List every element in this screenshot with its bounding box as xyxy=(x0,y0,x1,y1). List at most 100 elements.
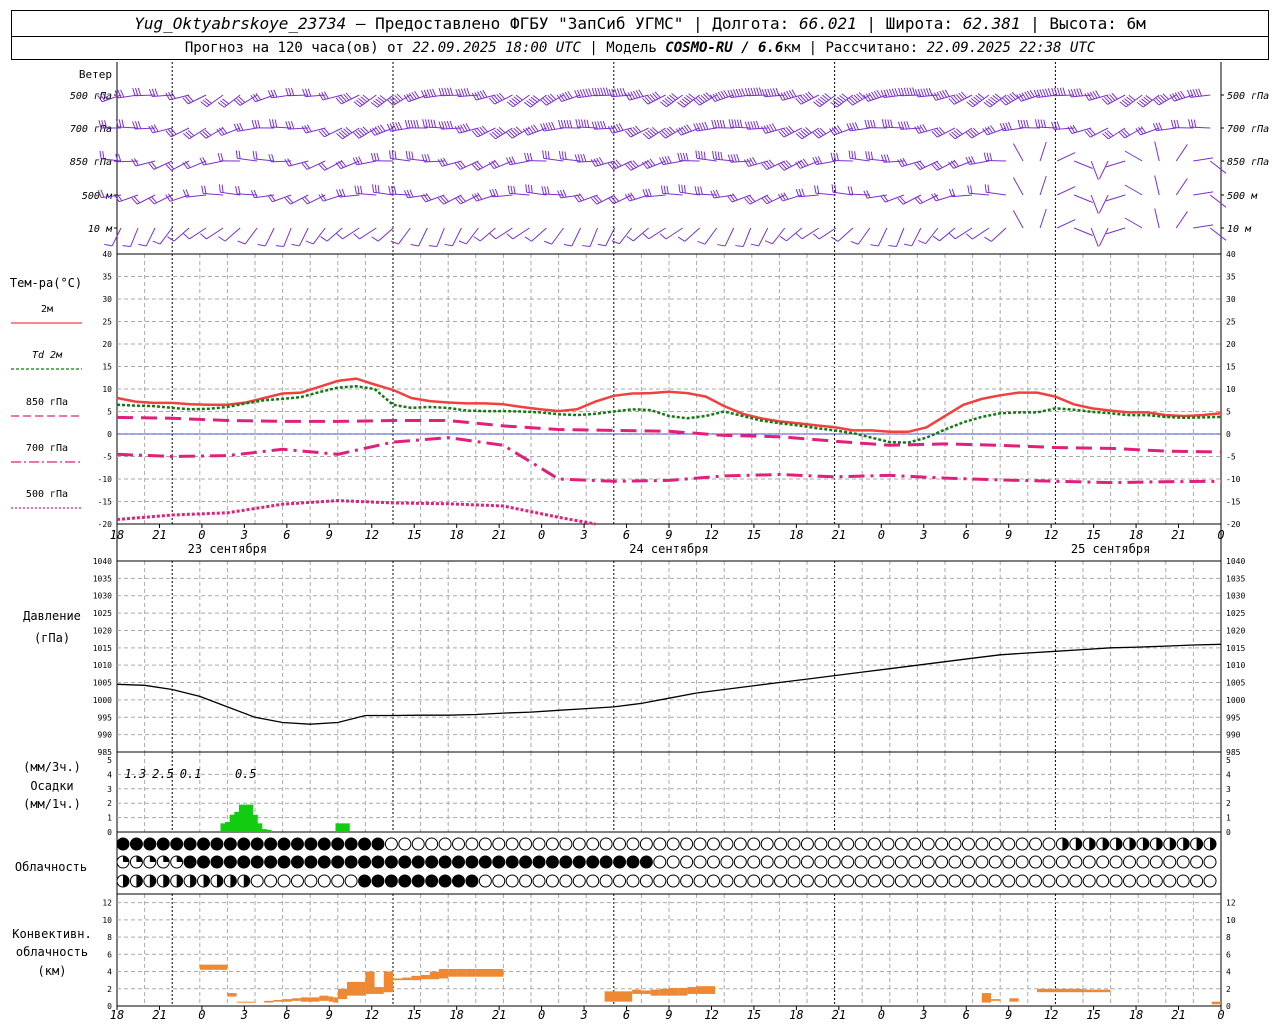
wind-barb-feather xyxy=(542,150,545,159)
wind-barb-feather xyxy=(546,186,550,195)
wind-barb-feather xyxy=(410,120,414,129)
cloud-cover-fill xyxy=(1156,838,1163,850)
wind-barb-feather xyxy=(269,119,272,128)
wind-barb-feather xyxy=(403,190,409,199)
wind-barb-feather xyxy=(444,87,448,96)
wind-barb-feather xyxy=(200,233,207,240)
hour-label-bottom: 0 xyxy=(1217,1008,1224,1022)
wind-barb-feather xyxy=(411,151,414,160)
wind-barb-feather xyxy=(865,151,868,160)
wind-barb-feather xyxy=(428,245,437,248)
precip-ytick-right: 2 xyxy=(1226,799,1231,808)
wind-barb-feather xyxy=(602,120,607,129)
cloud-cover-circle xyxy=(894,855,908,869)
wind-barb-feather xyxy=(850,240,859,245)
temp-ytick-right: 10 xyxy=(1226,385,1236,394)
wind-barb-shaft xyxy=(925,227,939,245)
wind-barb-shaft xyxy=(298,227,309,247)
wind-barb-shaft xyxy=(1056,152,1076,162)
cloud-cover-fill xyxy=(136,875,143,887)
hour-label-bottom: 15 xyxy=(1086,1008,1100,1022)
convective-ytick: 6 xyxy=(107,950,112,959)
wind-barb-feather xyxy=(425,119,428,128)
wind-barb-feather xyxy=(851,150,854,159)
pressure-ytick-right: 1030 xyxy=(1226,592,1245,601)
wind-barb-feather xyxy=(359,185,363,194)
cloud-cover-circle xyxy=(961,837,975,851)
cloud-cover-circle xyxy=(1015,874,1029,888)
hour-label-bottom: 18 xyxy=(1129,1008,1143,1022)
wind-barb-feather xyxy=(253,189,258,198)
wind-barb-feather xyxy=(458,240,467,245)
hour-label: 3 xyxy=(579,528,587,542)
wind-barb xyxy=(216,126,241,136)
pressure-ytick-right: 1015 xyxy=(1226,644,1245,653)
wind-barb-feather xyxy=(701,122,706,130)
convective-cloud-bar xyxy=(1211,1001,1221,1005)
cloud-cover-circle xyxy=(975,855,989,869)
wind-barb-shaft xyxy=(290,194,309,205)
wind-barb-feather xyxy=(734,119,737,128)
wind-barb xyxy=(1039,208,1047,229)
wind-barb-shaft xyxy=(137,194,156,205)
cloud-cover-circle xyxy=(317,837,331,851)
wind-barb-feather xyxy=(948,188,953,197)
convective-cloud-bar xyxy=(393,978,403,981)
wind-barb-feather xyxy=(722,120,726,129)
cloud-cover-fill xyxy=(243,875,250,887)
wind-barb-feather xyxy=(104,243,113,247)
wind-barb-shaft xyxy=(801,227,820,240)
wind-barb xyxy=(888,227,905,248)
cloud-cover-circle xyxy=(774,874,788,888)
wind-barb-shaft xyxy=(1056,219,1076,229)
wind-barb-feather xyxy=(218,184,221,193)
cloud-cover-circle xyxy=(935,837,949,851)
wind-barb-feather xyxy=(735,245,744,248)
wind-barb-shaft xyxy=(1073,227,1093,236)
hour-label-bottom: 3 xyxy=(240,1008,248,1022)
wind-barb-feather xyxy=(677,152,681,161)
wind-barb-feather xyxy=(511,156,516,164)
cloud-cover-circle xyxy=(1042,855,1056,869)
cloud-cover-circle xyxy=(492,855,506,869)
temp-ytick-right: 5 xyxy=(1226,408,1231,417)
wind-barb xyxy=(506,94,530,108)
wind-barb-feather xyxy=(888,245,897,248)
temp-ytick-right: -5 xyxy=(1226,453,1236,462)
wind-barb-feather xyxy=(548,122,553,130)
convective-cloud-bar xyxy=(411,975,421,981)
cloud-cover-circle xyxy=(572,874,586,888)
convective-cloud-bar xyxy=(485,968,504,977)
wind-barb-feather xyxy=(1037,119,1041,128)
cloud-cover-circle xyxy=(948,855,962,869)
wind-barb-shaft xyxy=(495,227,513,240)
wind-barb-feather xyxy=(847,186,851,195)
hour-label: 21 xyxy=(1171,528,1185,542)
cloud-cover-circle xyxy=(277,837,291,851)
temp-ytick: -15 xyxy=(98,498,113,507)
cloud-cover-circle xyxy=(492,837,506,851)
cloud-cover-circle xyxy=(223,855,237,869)
wind-barb-feather xyxy=(918,240,926,245)
temp-ytick: -5 xyxy=(102,453,112,462)
cloud-cover-circle xyxy=(465,855,479,869)
wind-barb xyxy=(200,94,224,108)
wind-barb-shaft xyxy=(877,227,888,247)
cloud-cover-circle xyxy=(747,874,761,888)
cloud-cover-circle xyxy=(827,855,841,869)
wind-barb-shaft xyxy=(589,227,599,247)
cloud-cover-circle xyxy=(559,855,573,869)
cloud-cover-circle xyxy=(827,874,841,888)
wind-barb xyxy=(931,89,956,101)
cloud-cover-circle xyxy=(666,855,680,869)
wind-barb-feather xyxy=(695,150,698,159)
wind-barb-feather xyxy=(852,122,857,131)
wind-barb xyxy=(1105,194,1126,202)
wind-barb xyxy=(903,227,922,247)
wind-barb-feather xyxy=(406,189,411,198)
wind-barb-feather xyxy=(138,243,147,247)
cloud-cover-circle xyxy=(706,837,720,851)
cloud-cover-circle xyxy=(921,874,935,888)
temp-legend-label: 500 гПа xyxy=(26,489,68,500)
convective-cloud-bar xyxy=(604,991,623,1002)
